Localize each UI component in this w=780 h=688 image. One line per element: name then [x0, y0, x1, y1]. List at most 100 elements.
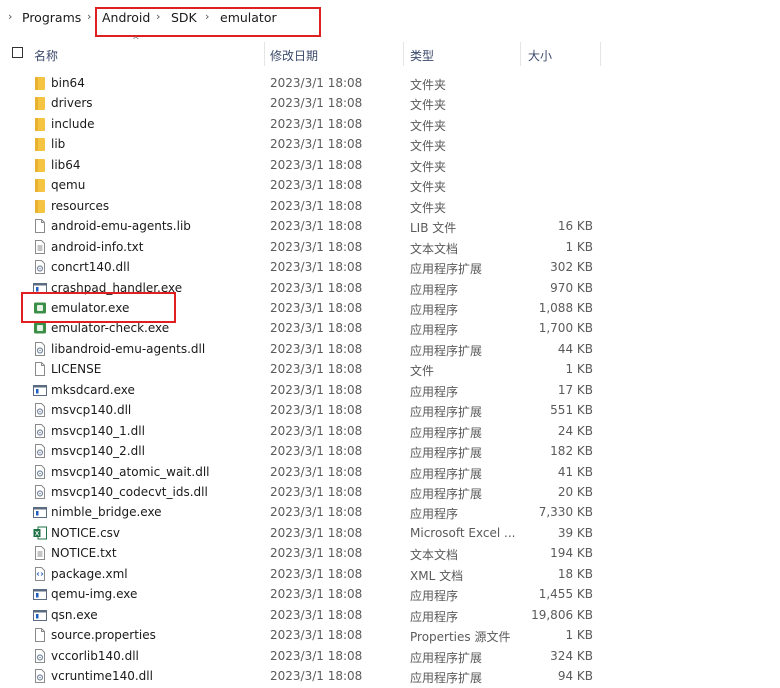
- breadcrumb-separator[interactable]: ›: [87, 10, 91, 23]
- file-row[interactable]: vccorlib140.dll 2023/3/1 18:08 应用程序扩展 324 K…: [0, 646, 780, 667]
- file-modified-date: 2023/3/1 18:08: [270, 300, 363, 315]
- file-row[interactable]: msvcp140_1.dll 2023/3/1 18:08 应用程序扩展 24 KB: [0, 421, 780, 442]
- file-row[interactable]: libandroid-emu-agents.dll 2023/3/1 18:08 应…: [0, 339, 780, 360]
- dll-icon: [33, 423, 47, 438]
- file-row[interactable]: bin64 2023/3/1 18:08 文件夹: [0, 73, 780, 94]
- file-row[interactable]: android-info.txt 2023/3/1 18:08 文本文档 1 KB: [0, 237, 780, 258]
- breadcrumb-programs[interactable]: Programs: [22, 10, 81, 25]
- dll-icon: [33, 464, 47, 479]
- file-name: resources: [51, 198, 110, 213]
- file-name: msvcp140_codecvt_ids.dll: [51, 485, 208, 499]
- file-type: Properties 源文件: [410, 630, 511, 645]
- file-row[interactable]: lib64 2023/3/1 18:08 文件夹: [0, 155, 780, 176]
- dll-icon: [33, 648, 47, 663]
- android-exe-icon: [33, 321, 47, 335]
- file-modified-date: 2023/3/1 18:08: [270, 137, 363, 152]
- breadcrumb-emulator[interactable]: emulator: [220, 10, 277, 25]
- excel-icon: X: [33, 526, 47, 540]
- file-modified-date: 2023/3/1 18:08: [270, 116, 363, 131]
- file-name: concrt140.dll: [51, 260, 130, 275]
- text-file-icon: [33, 239, 47, 254]
- column-divider[interactable]: [600, 42, 601, 66]
- file-name: qemu-img.exe: [51, 587, 138, 602]
- file-type: 应用程序扩展: [410, 446, 483, 461]
- file-row[interactable]: include 2023/3/1 18:08 文件夹: [0, 114, 780, 135]
- file-modified-date: 2023/3/1 18:08: [270, 628, 363, 643]
- file-row[interactable]: msvcp140_codecvt_ids.dll 2023/3/1 18:08 应用…: [0, 482, 780, 503]
- file-row[interactable]: nimble_bridge.exe 2023/3/1 18:08 应用程序 7,330…: [0, 502, 780, 523]
- column-type-header[interactable]: 类型: [410, 47, 434, 64]
- file-modified-date: 2023/3/1 18:08: [270, 321, 363, 336]
- file-row[interactable]: lib 2023/3/1 18:08 文件夹: [0, 134, 780, 155]
- file-size: 16 KB: [557, 219, 593, 234]
- file-row[interactable]: qemu-img.exe 2023/3/1 18:08 应用程序 1,455 KB: [0, 584, 780, 605]
- file-name: android-info.txt: [51, 239, 144, 254]
- address-bar[interactable]: › Programs › Android › SDK › emulator: [0, 0, 780, 36]
- file-row[interactable]: android-emu-agents.lib 2023/3/1 18:08 LIB …: [0, 216, 780, 237]
- file-row[interactable]: emulator.exe 2023/3/1 18:08 应用程序 1,088 KB: [0, 298, 780, 319]
- file-row[interactable]: mksdcard.exe 2023/3/1 18:08 应用程序 17 KB: [0, 380, 780, 401]
- file-modified-date: 2023/3/1 18:08: [270, 587, 363, 602]
- file-name: emulator-check.exe: [51, 321, 170, 336]
- file-row[interactable]: X NOTICE.csv 2023/3/1 18:08 Microsoft Excel…: [0, 523, 780, 544]
- breadcrumb-separator[interactable]: ›: [156, 10, 160, 23]
- file-row[interactable]: source.properties 2023/3/1 18:08 Propertie…: [0, 625, 780, 646]
- file-size: 1,455 KB: [538, 587, 593, 602]
- file-name: LICENSE: [51, 362, 102, 377]
- column-date-header[interactable]: 修改日期: [270, 47, 318, 64]
- file-type: 应用程序: [410, 282, 459, 297]
- exe-icon: [33, 281, 47, 295]
- file-name: vcruntime140.dll: [51, 669, 153, 684]
- file-name: lib: [51, 137, 66, 152]
- file-size: 1 KB: [565, 239, 593, 254]
- file-modified-date: 2023/3/1 18:08: [270, 219, 363, 234]
- file-name: NOTICE.txt: [51, 546, 117, 561]
- file-name: msvcp140_2.dll: [51, 444, 145, 459]
- breadcrumb-sdk[interactable]: SDK: [171, 10, 197, 25]
- file-modified-date: 2023/3/1 18:08: [270, 157, 363, 172]
- file-type: 文本文档: [410, 548, 459, 563]
- file-row[interactable]: resources 2023/3/1 18:08 文件夹: [0, 196, 780, 217]
- file-type: Microsoft Excel ...: [410, 525, 516, 540]
- file-row[interactable]: emulator-check.exe 2023/3/1 18:08 应用程序 1,70…: [0, 318, 780, 339]
- file-row[interactable]: vcruntime140.dll 2023/3/1 18:08 应用程序扩展 94 K…: [0, 666, 780, 687]
- breadcrumb-separator[interactable]: ›: [205, 10, 209, 23]
- file-row[interactable]: LICENSE 2023/3/1 18:08 文件 1 KB: [0, 359, 780, 380]
- file-type: 应用程序扩展: [410, 487, 483, 501]
- file-icon: [33, 362, 47, 377]
- file-type: 文件夹: [410, 118, 447, 133]
- dll-icon: [33, 444, 47, 459]
- column-name-header[interactable]: 名称: [34, 47, 58, 64]
- folder-icon: [33, 137, 47, 152]
- file-row[interactable]: qemu 2023/3/1 18:08 文件夹: [0, 175, 780, 196]
- file-type: 应用程序: [410, 589, 459, 604]
- file-type: 应用程序: [410, 384, 459, 399]
- file-size: 1,088 KB: [538, 300, 593, 315]
- breadcrumb-expand-chevron[interactable]: ›: [8, 10, 12, 23]
- file-size: 324 KB: [550, 648, 593, 663]
- breadcrumb-android[interactable]: Android: [102, 10, 150, 25]
- file-row[interactable]: crashpad_handler.exe 2023/3/1 18:08 应用程序 97…: [0, 278, 780, 299]
- file-icon: [33, 628, 47, 643]
- file-type: 文件夹: [410, 139, 447, 154]
- file-row[interactable]: msvcp140.dll 2023/3/1 18:08 应用程序扩展 551 KB: [0, 400, 780, 421]
- column-divider[interactable]: [264, 42, 265, 66]
- exe-icon: [33, 505, 47, 519]
- file-type: 文件夹: [410, 98, 447, 113]
- file-row[interactable]: qsn.exe 2023/3/1 18:08 应用程序 19,806 KB: [0, 605, 780, 626]
- column-divider[interactable]: [520, 42, 521, 66]
- column-divider[interactable]: [403, 42, 404, 66]
- file-type: 应用程序扩展: [410, 425, 483, 440]
- file-row[interactable]: package.xml 2023/3/1 18:08 XML 文档 18 KB: [0, 564, 780, 585]
- file-size: 194 KB: [550, 546, 593, 561]
- file-row[interactable]: NOTICE.txt 2023/3/1 18:08 文本文档 194 KB: [0, 543, 780, 564]
- file-row[interactable]: msvcp140_2.dll 2023/3/1 18:08 应用程序扩展 182 KB: [0, 441, 780, 462]
- file-row[interactable]: drivers 2023/3/1 18:08 文件夹: [0, 93, 780, 114]
- column-header: 名称 修改日期 类型 大小: [0, 42, 780, 66]
- folder-icon: [33, 178, 47, 193]
- file-row[interactable]: msvcp140_atomic_wait.dll 2023/3/1 18:08 应用…: [0, 462, 780, 483]
- file-size: 20 KB: [557, 485, 593, 499]
- file-row[interactable]: concrt140.dll 2023/3/1 18:08 应用程序扩展 302 KB: [0, 257, 780, 278]
- file-size: 17 KB: [557, 382, 593, 397]
- column-size-header[interactable]: 大小: [528, 47, 552, 64]
